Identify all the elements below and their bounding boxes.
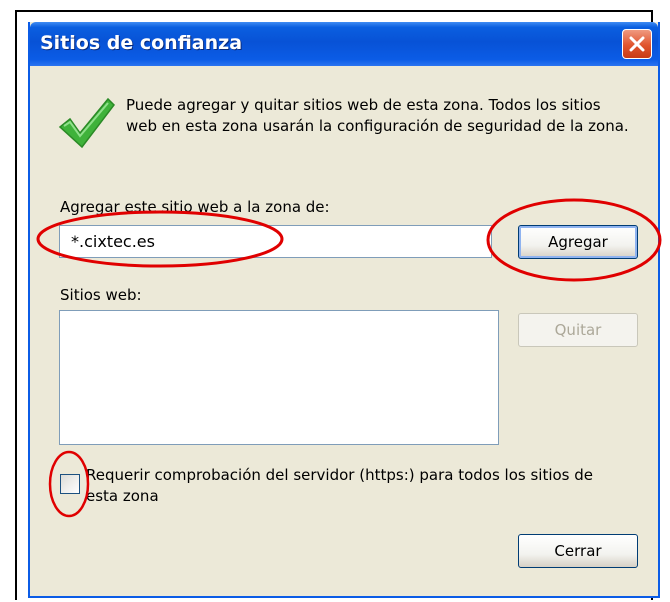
remove-button: Quitar bbox=[518, 313, 638, 347]
add-site-label: Agregar este sitio web a la zona de: bbox=[60, 198, 330, 216]
site-url-input[interactable] bbox=[59, 225, 492, 258]
https-checkbox[interactable] bbox=[60, 474, 80, 494]
close-window-button[interactable] bbox=[622, 29, 652, 59]
sites-list-label: Sitios web: bbox=[60, 286, 142, 304]
trusted-sites-dialog: Sitios de confianza Puede agregar y quit… bbox=[28, 22, 660, 598]
sites-list[interactable] bbox=[59, 310, 499, 445]
https-checkbox-label[interactable]: Requerir comprobación del servidor (http… bbox=[86, 465, 606, 507]
check-icon bbox=[58, 97, 115, 149]
dialog-title: Sitios de confianza bbox=[40, 32, 243, 54]
add-button[interactable]: Agregar bbox=[518, 225, 638, 259]
intro-text: Puede agregar y quitar sitios web de est… bbox=[126, 96, 629, 135]
close-icon bbox=[629, 36, 645, 52]
title-bar[interactable]: Sitios de confianza bbox=[30, 22, 658, 66]
close-button[interactable]: Cerrar bbox=[518, 534, 638, 568]
